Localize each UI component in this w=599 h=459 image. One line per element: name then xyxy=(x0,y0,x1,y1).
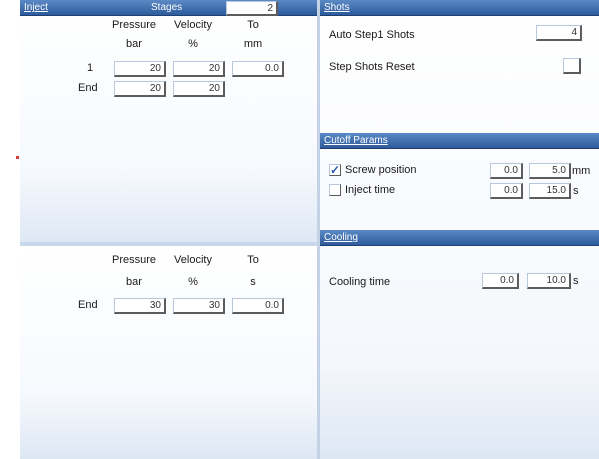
to-unit: mm xyxy=(243,38,263,50)
inject-time-set-input[interactable] xyxy=(529,183,571,199)
row-label: End xyxy=(78,82,98,94)
inject-time-unit: s xyxy=(573,185,579,197)
to-unit: s xyxy=(250,276,256,288)
auto-step-label: Auto Step1 Shots xyxy=(329,29,415,41)
stage1-velocity-input[interactable] xyxy=(173,61,225,77)
inject-panel: Inject Stages Pressure Velocity To bar %… xyxy=(20,0,317,245)
cutoff-header: Cutoff Params xyxy=(320,133,599,149)
row-label: End xyxy=(78,299,98,311)
inject-time-actual-input[interactable] xyxy=(490,183,523,199)
stages-input[interactable] xyxy=(226,1,278,16)
screw-unit: mm xyxy=(572,165,591,177)
hold-end-pressure-input[interactable] xyxy=(114,298,166,314)
hold-end-to-input[interactable] xyxy=(232,298,284,314)
shots-title: Shots xyxy=(324,2,350,13)
check-icon: ✓ xyxy=(330,163,341,177)
stages-label: Stages xyxy=(151,2,183,13)
end-pressure-input[interactable] xyxy=(114,81,166,97)
screw-actual-input[interactable] xyxy=(490,163,523,179)
velocity-header: Velocity xyxy=(174,19,212,31)
screw-position-label: Screw position xyxy=(345,164,417,176)
velocity-header: Velocity xyxy=(174,254,212,266)
auto-step-input[interactable] xyxy=(536,25,582,41)
pressure-header: Pressure xyxy=(111,254,157,266)
pressure-header: Pressure xyxy=(111,19,157,31)
step-reset-label: Step Shots Reset xyxy=(329,61,415,73)
stage1-pressure-input[interactable] xyxy=(114,61,166,77)
to-header: To xyxy=(247,19,259,31)
hold-panel: Pressure Velocity To bar % s End xyxy=(20,246,317,459)
row-label: 1 xyxy=(87,62,94,74)
inject-time-checkbox[interactable] xyxy=(329,184,341,196)
cooling-unit: s xyxy=(573,275,579,287)
cooling-actual-input[interactable] xyxy=(482,273,519,289)
to-header: To xyxy=(247,254,259,266)
hold-end-velocity-input[interactable] xyxy=(173,298,225,314)
velocity-unit: % xyxy=(188,276,198,288)
screw-position-checkbox[interactable]: ✓ xyxy=(329,164,341,176)
cooling-set-input[interactable] xyxy=(527,273,571,289)
cooling-time-label: Cooling time xyxy=(329,276,391,288)
inject-title: Inject xyxy=(24,2,48,13)
inject-time-label: Inject time xyxy=(345,184,396,196)
edge-mark xyxy=(16,156,19,159)
end-velocity-input[interactable] xyxy=(173,81,225,97)
cutoff-title: Cutoff Params xyxy=(324,135,388,146)
settings-panel: Shots Auto Step1 Shots Step Shots Reset … xyxy=(320,0,599,459)
velocity-unit: % xyxy=(188,38,198,50)
stage1-to-input[interactable] xyxy=(232,61,284,77)
cooling-header: Cooling xyxy=(320,230,599,246)
pressure-unit: bar xyxy=(126,38,142,50)
shots-header: Shots xyxy=(320,0,599,16)
pressure-unit: bar xyxy=(126,276,142,288)
screw-set-input[interactable] xyxy=(529,163,571,179)
step-reset-button[interactable] xyxy=(563,58,581,74)
cooling-title: Cooling xyxy=(324,232,358,243)
